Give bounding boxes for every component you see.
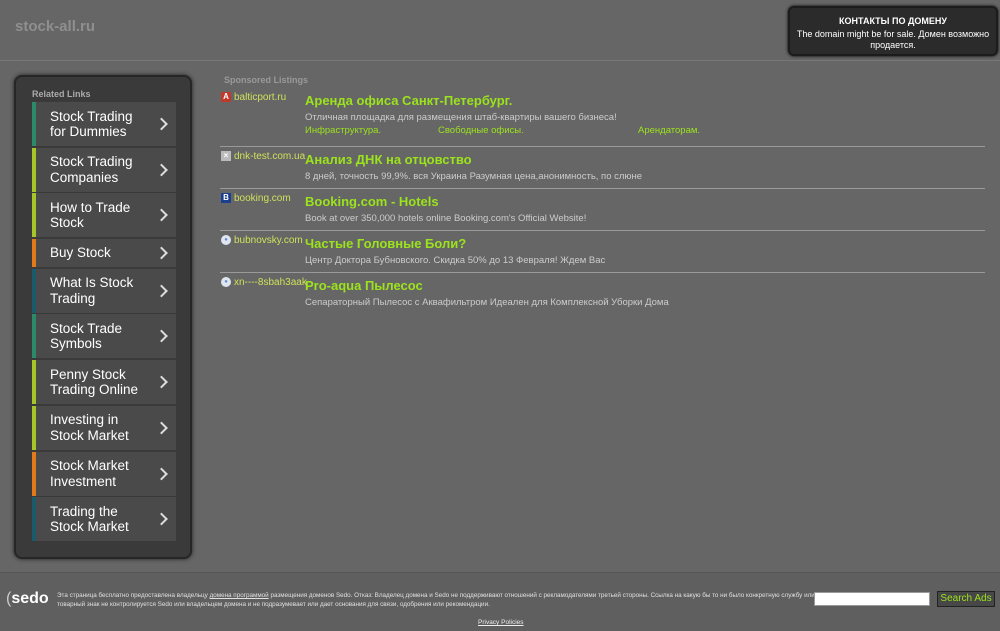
listing-domain[interactable]: dnk-test.com.ua [234, 151, 309, 162]
chevron-right-icon [155, 246, 168, 260]
sidebar-item[interactable]: Stock Trading Companies [32, 147, 176, 192]
chevron-right-icon [155, 163, 168, 177]
sidebar-item[interactable]: Penny Stock Trading Online [32, 360, 176, 405]
listing-domain[interactable]: xn----8sbah3aak [234, 277, 309, 288]
listing-sublink[interactable]: Арендаторам. [638, 125, 738, 136]
sidebar-item-label: Stock Market Investment [50, 458, 129, 489]
sidebar-item-label: What Is Stock Trading [50, 275, 134, 306]
chevron-right-icon [155, 467, 168, 480]
sidebar-item[interactable]: Investing in Stock Market [32, 405, 176, 450]
sidebar-item-label: Penny Stock Trading Online [50, 366, 139, 398]
listing-title[interactable]: Pro-aqua Пылесос [305, 278, 985, 293]
sidebar-item-label: Stock Trading for Dummies [50, 108, 133, 140]
sidebar-item-label: How to Trade Stock [50, 199, 131, 231]
search-ads-button[interactable]: Search Ads [937, 591, 995, 607]
sidebar-item-label: Stock Trading Companies [50, 154, 133, 185]
top-divider [0, 60, 1000, 61]
listing-title[interactable]: Booking.com - Hotels [305, 194, 985, 209]
sidebar-item-label: Trading the Stock Market [50, 503, 129, 535]
sponsored-listings: Abalticport.ru Аренда офиса Санкт-Петербу… [220, 88, 985, 314]
chevron-right-icon [155, 284, 168, 298]
listing-sublink[interactable]: Свободные офисы. [438, 125, 638, 136]
sidebar-item[interactable]: Stock Trade Symbols [32, 314, 176, 359]
listing-domain[interactable]: bubnovsky.com [234, 235, 309, 246]
listing: ● bubnovsky.com Частые Головные Боли? Центр… [220, 231, 985, 273]
listing-description: Отличная площадка для размещения штаб-кв… [305, 112, 617, 123]
chevron-right-icon [155, 330, 168, 343]
related-links-title: Related Links [32, 89, 91, 99]
sidebar-item[interactable]: Stock Trading for Dummies [32, 102, 176, 146]
contact-text: The domain might be for sale. Домен возм… [796, 29, 990, 50]
listing-description: Book at over 350,000 hotels online Booki… [305, 213, 587, 224]
listing-title[interactable]: Анализ ДНК на отцовство [305, 152, 985, 167]
listing-sublink[interactable]: Инфраструктура. [305, 125, 438, 136]
chevron-right-icon [155, 421, 168, 435]
listing-description: Центр Доктора Бубновского. Скидка 50% до… [305, 255, 606, 266]
sponsored-title: Sponsored Listings [224, 75, 309, 85]
sidebar-item-label: Stock Trade Symbols [50, 320, 123, 352]
listing-title[interactable]: Аренда офиса Санкт-Петербург. [305, 93, 985, 108]
privacy-policies-link[interactable]: Privacy Policies [478, 619, 524, 626]
listing: × dnk-test.com.ua Анализ ДНК на отцовство 8… [220, 147, 985, 189]
pdf-icon: A [221, 92, 231, 102]
listing-description: Сепараторный Пылесос с Аквафильтром Идеа… [305, 297, 669, 308]
contact-box[interactable]: КОНТАКТЫ ПО ДОМЕНУ The domain might be f… [788, 6, 998, 56]
listing: Bbooking.com Booking.com - Hotels Book at … [220, 189, 985, 231]
chevron-right-icon [155, 512, 168, 526]
sidebar-item[interactable]: What Is Stock Trading [32, 268, 176, 313]
listing-description: 8 дней, точность 99,9%. вся Украина Разу… [305, 171, 643, 182]
search-ads-input[interactable] [814, 592, 930, 606]
sidebar-item[interactable]: Stock Market Investment [32, 451, 176, 496]
chevron-right-icon [155, 117, 168, 131]
footer: (sedo Эта страница бесплатно предоставле… [0, 573, 1000, 631]
broken-image-icon: × [221, 151, 231, 161]
booking-icon: B [221, 193, 231, 203]
listing: ● xn----8sbah3aak Pro-aqua Пылесос Сепарато… [220, 273, 985, 314]
footer-disclaimer: Эта страница бесплатно предоставлена вла… [57, 592, 815, 608]
sedo-logo[interactable]: (sedo [6, 590, 49, 608]
globe-icon: ● [221, 277, 231, 287]
listing: Abalticport.ru Аренда офиса Санкт-Петербу… [220, 88, 985, 147]
sidebar-item[interactable]: How to Trade Stock [32, 193, 176, 238]
related-links-list: Stock Trading for Dummies Stock Trading C… [32, 102, 176, 543]
contact-title: КОНТАКТЫ ПО ДОМЕНУ [839, 16, 947, 26]
listing-title[interactable]: Частые Головные Боли? [305, 236, 985, 251]
sidebar-item[interactable]: Trading the Stock Market [32, 497, 176, 542]
sidebar-item[interactable]: Buy Stock [32, 239, 176, 268]
domain-program-link[interactable]: домена программой [210, 592, 269, 599]
site-name: stock-all.ru [15, 18, 96, 35]
sidebar-item-label: Buy Stock [50, 245, 111, 261]
listing-domain[interactable]: booking.com [234, 193, 309, 204]
listing-domain[interactable]: balticport.ru [234, 92, 309, 103]
related-links-panel: Related Links Stock Trading for Dummies S… [14, 75, 192, 559]
chevron-right-icon [155, 209, 168, 222]
sidebar-item-label: Investing in Stock Market [50, 412, 129, 443]
globe-icon: ● [221, 235, 231, 245]
chevron-right-icon [155, 375, 168, 389]
